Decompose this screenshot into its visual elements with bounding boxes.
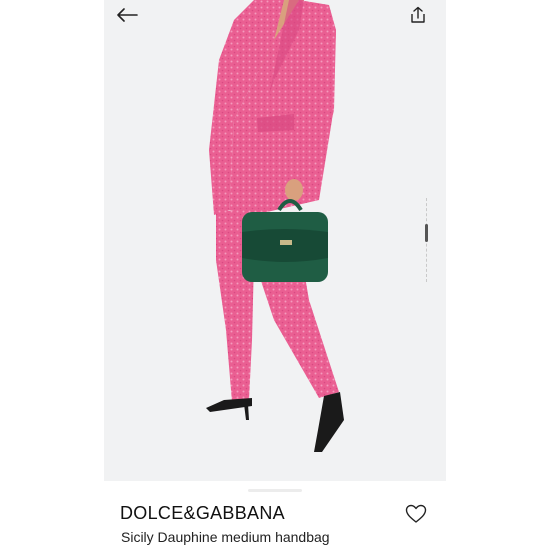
product-info-panel: DOLCE&GABBANA Sicily Dauphine medium han… [104,481,446,550]
arrow-left-icon [117,8,138,22]
gallery-scroll-thumb[interactable] [425,224,428,242]
product-name: Sicily Dauphine medium handbag [121,529,330,545]
product-detail-screen: DOLCE&GABBANA Sicily Dauphine medium han… [104,0,446,550]
heart-outline-icon [405,504,427,523]
share-icon [411,6,425,23]
model-illustration [206,0,344,452]
product-photo[interactable] [104,0,446,481]
back-button[interactable] [116,8,142,28]
brand-name: DOLCE&GABBANA [120,503,285,523]
favorite-button[interactable] [404,503,428,525]
share-button[interactable] [409,6,431,28]
sheet-grabber[interactable] [248,489,302,492]
